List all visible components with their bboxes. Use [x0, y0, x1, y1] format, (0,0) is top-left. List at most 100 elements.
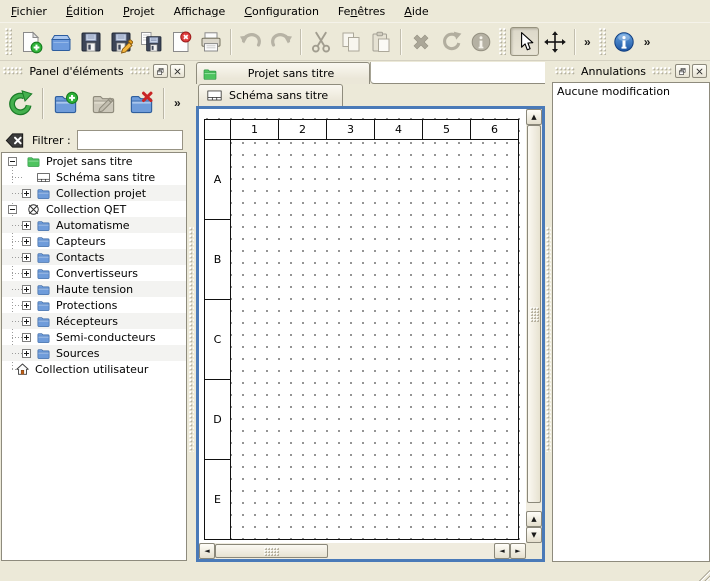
- toolbar-overflow-button[interactable]: »: [170, 94, 185, 112]
- tree-item-projet-sans-titre[interactable]: Projet sans titre: [2, 153, 186, 169]
- thumb-grip-icon: [530, 307, 539, 322]
- tree-item-contacts[interactable]: Contacts: [2, 249, 186, 265]
- scroll-up-button[interactable]: ▲: [526, 511, 542, 527]
- menu-item-fenetres[interactable]: Fenêtres: [330, 2, 393, 21]
- diagram-row-header: C: [204, 299, 231, 380]
- elements-panel-titlebar[interactable]: Panel d'éléments: [0, 62, 188, 80]
- splitter-handle-icon: [189, 227, 194, 452]
- tree-item-capteurs[interactable]: Capteurs: [2, 233, 186, 249]
- toolbar-handle-icon[interactable]: [5, 28, 12, 55]
- folder-icon: [36, 298, 51, 313]
- toolbar-overflow-button[interactable]: »: [580, 33, 595, 51]
- tree-item-collection-qet[interactable]: Collection QET: [2, 201, 186, 217]
- collapse-minus-icon[interactable]: [8, 205, 17, 214]
- expand-plus-icon[interactable]: [22, 269, 31, 278]
- delete-category-button[interactable]: [125, 87, 157, 119]
- toolbar-overflow-button[interactable]: »: [640, 33, 655, 51]
- schema-icon: [36, 170, 51, 185]
- vertical-scroll-thumb[interactable]: [527, 125, 541, 503]
- about-button[interactable]: [610, 27, 639, 56]
- paste-icon: [369, 30, 393, 54]
- menu-item-edition[interactable]: Édition: [58, 2, 112, 21]
- new-file-button[interactable]: [16, 27, 45, 56]
- expand-plus-icon[interactable]: [22, 221, 31, 230]
- tree-item-haute-tension[interactable]: Haute tension: [2, 281, 186, 297]
- float-button[interactable]: [153, 64, 168, 78]
- elements-panel: Panel d'éléments » Filtrer : Projet sans…: [0, 62, 188, 562]
- tab-schema[interactable]: Schéma sans titre: [198, 84, 343, 106]
- close-button[interactable]: [692, 64, 707, 78]
- tree-item-protections[interactable]: Protections: [2, 297, 186, 313]
- close-file-button[interactable]: [166, 27, 195, 56]
- reload-collections-button[interactable]: [4, 87, 36, 119]
- expand-plus-icon[interactable]: [22, 285, 31, 294]
- scrollbar-corner: [526, 543, 542, 559]
- scroll-left-button[interactable]: ◄: [494, 543, 510, 559]
- expand-plus-icon[interactable]: [22, 253, 31, 262]
- size-grip[interactable]: [697, 568, 710, 581]
- diagram-canvas[interactable]: 123456ABCDE: [199, 109, 526, 543]
- thumb-grip-icon: [264, 547, 279, 556]
- scroll-left-button[interactable]: ◄: [199, 543, 215, 559]
- clear-filter-icon[interactable]: [4, 130, 25, 151]
- save-as-button[interactable]: [106, 27, 135, 56]
- tree-item-recepteurs[interactable]: Récepteurs: [2, 313, 186, 329]
- left-dock-splitter[interactable]: [188, 62, 196, 562]
- tree-item-collection-utilisateur[interactable]: Collection utilisateur: [2, 361, 186, 377]
- toolbar-separator: [163, 88, 164, 119]
- print-button[interactable]: [196, 27, 225, 56]
- tree-item-schema-sans-titre[interactable]: Schéma sans titre: [2, 169, 186, 185]
- new-category-button[interactable]: [49, 87, 81, 119]
- vertical-scrollbar[interactable]: ▲▲▼: [526, 109, 542, 543]
- float-button[interactable]: [675, 64, 690, 78]
- toolbar-handle-icon[interactable]: [599, 28, 606, 55]
- expand-plus-icon[interactable]: [22, 333, 31, 342]
- menu-item-configuration[interactable]: Configuration: [236, 2, 327, 21]
- elements-panel-title: Panel d'éléments: [26, 65, 126, 78]
- undo-list-item[interactable]: Aucune modification: [553, 83, 709, 100]
- tree-item-automatisme[interactable]: Automatisme: [2, 217, 186, 233]
- menu-item-projet[interactable]: Projet: [115, 2, 163, 21]
- new-file-icon: [19, 30, 43, 54]
- tree-item-semi-conducteurs[interactable]: Semi-conducteurs: [2, 329, 186, 345]
- tree-item-collection-projet[interactable]: Collection projet: [2, 185, 186, 201]
- tree-item-convertisseurs[interactable]: Convertisseurs: [2, 265, 186, 281]
- dock-buttons: [675, 64, 707, 78]
- horizontal-scrollbar[interactable]: ◄◄►: [199, 543, 526, 559]
- expand-plus-icon[interactable]: [22, 189, 31, 198]
- save-button[interactable]: [76, 27, 105, 56]
- menu-item-affichage[interactable]: Affichage: [166, 2, 234, 21]
- right-dock-splitter[interactable]: [545, 62, 552, 562]
- save-all-button[interactable]: [136, 27, 165, 56]
- redo-icon: [269, 30, 293, 54]
- cut-button: [306, 27, 335, 56]
- expand-plus-icon[interactable]: [22, 349, 31, 358]
- scroll-down-button[interactable]: ▼: [526, 527, 542, 543]
- scroll-right-button[interactable]: ►: [510, 543, 526, 559]
- horizontal-scroll-thumb[interactable]: [215, 544, 328, 558]
- info-gray-icon: [469, 30, 493, 54]
- scroll-up-button[interactable]: ▲: [526, 109, 542, 125]
- open-file-button[interactable]: [46, 27, 75, 56]
- pan-mode-button[interactable]: [540, 27, 569, 56]
- close-file-icon: [169, 30, 193, 54]
- toolbar-handle-icon[interactable]: [499, 28, 506, 55]
- undo-panel-titlebar[interactable]: Annulations: [552, 62, 710, 80]
- filter-input[interactable]: [77, 130, 183, 150]
- menu-item-fichier[interactable]: Fichier: [3, 2, 55, 21]
- collapse-minus-icon[interactable]: [8, 157, 17, 166]
- tree-item-sources[interactable]: Sources: [2, 345, 186, 361]
- close-button[interactable]: [170, 64, 185, 78]
- copy-button: [336, 27, 365, 56]
- tab-schema-label: Schéma sans titre: [229, 89, 328, 102]
- tree-connector-line: [12, 337, 22, 338]
- folder-icon: [36, 314, 51, 329]
- select-mode-button[interactable]: [510, 27, 539, 56]
- expand-plus-icon[interactable]: [22, 301, 31, 310]
- tab-project[interactable]: Projet sans titre: [196, 62, 370, 84]
- main-toolbar: »»: [0, 22, 710, 61]
- expand-plus-icon[interactable]: [22, 317, 31, 326]
- menu-item-aide[interactable]: Aide: [396, 2, 436, 21]
- expand-plus-icon[interactable]: [22, 237, 31, 246]
- home-icon: [15, 362, 30, 377]
